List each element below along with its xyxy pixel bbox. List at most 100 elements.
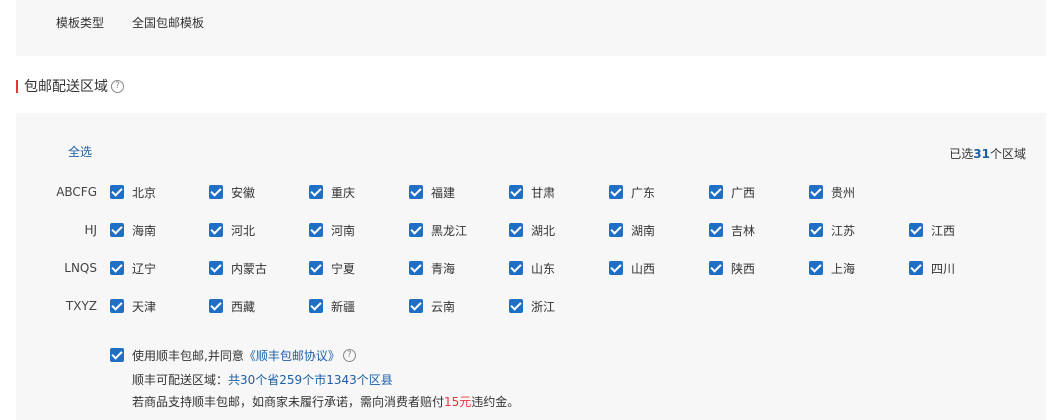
province-checkbox[interactable] <box>409 299 423 313</box>
template-type-panel: 模板类型 全国包邮模板 <box>16 0 1046 56</box>
province-checkbox[interactable] <box>709 261 723 275</box>
province-name: 甘肃 <box>531 185 556 200</box>
sf-area-prefix: 顺丰可配送区域： <box>132 373 229 387</box>
province-checkbox[interactable] <box>110 299 124 313</box>
selected-count-number: 31 <box>973 147 990 161</box>
province-option[interactable]: 吉林 <box>709 222 755 238</box>
province-name: 江苏 <box>831 223 856 238</box>
sf-note-suffix: 违约金。 <box>471 395 520 409</box>
province-checkbox[interactable] <box>509 223 523 237</box>
province-checkbox[interactable] <box>209 223 223 237</box>
province-option[interactable]: 河北 <box>209 222 255 238</box>
province-option[interactable]: 四川 <box>909 260 955 276</box>
region-group-row: TXYZ 天津 西藏 新疆 云南 浙江 <box>16 296 1046 316</box>
province-option[interactable]: 山西 <box>609 260 655 276</box>
sf-note-prefix: 若商品支持顺丰包邮，如商家未履行承诺，需向消费者赔付 <box>132 395 445 409</box>
province-option[interactable]: 陕西 <box>709 260 755 276</box>
province-option[interactable]: 宁夏 <box>309 260 355 276</box>
sf-note-amount: 15元 <box>444 395 472 409</box>
sf-agreement-prefix: 使用顺丰包邮,并同意 <box>132 348 244 363</box>
province-checkbox[interactable] <box>309 299 323 313</box>
province-checkbox[interactable] <box>409 223 423 237</box>
province-checkbox[interactable] <box>509 299 523 313</box>
province-checkbox[interactable] <box>809 185 823 199</box>
province-checkbox[interactable] <box>609 223 623 237</box>
template-type-label: 模板类型 <box>56 16 105 30</box>
province-checkbox[interactable] <box>709 223 723 237</box>
select-all-link[interactable]: 全选 <box>68 143 92 160</box>
province-name: 青海 <box>431 261 456 276</box>
province-checkbox[interactable] <box>509 261 523 275</box>
region-group-row: HJ 海南 河北 河南 黑龙江 湖北 湖南 吉林 江苏 江西 <box>16 220 1046 240</box>
province-option[interactable]: 广西 <box>709 184 755 200</box>
province-checkbox[interactable] <box>409 185 423 199</box>
province-name: 内蒙古 <box>231 261 268 276</box>
province-option[interactable]: 海南 <box>110 222 156 238</box>
province-checkbox[interactable] <box>110 185 124 199</box>
province-option[interactable]: 黑龙江 <box>409 222 467 238</box>
province-checkbox[interactable] <box>309 185 323 199</box>
province-option[interactable]: 北京 <box>110 184 156 200</box>
province-option[interactable]: 天津 <box>110 298 156 314</box>
province-name: 贵州 <box>831 185 856 200</box>
province-name: 河北 <box>231 223 256 238</box>
province-option[interactable]: 广东 <box>609 184 655 200</box>
province-name: 湖南 <box>631 223 656 238</box>
province-option[interactable]: 辽宁 <box>110 260 156 276</box>
province-option[interactable]: 江西 <box>909 222 955 238</box>
province-checkbox[interactable] <box>809 261 823 275</box>
province-name: 江西 <box>931 223 956 238</box>
province-option[interactable]: 浙江 <box>509 298 555 314</box>
province-option[interactable]: 湖南 <box>609 222 655 238</box>
province-option[interactable]: 福建 <box>409 184 455 200</box>
province-checkbox[interactable] <box>209 261 223 275</box>
province-name: 河南 <box>331 223 356 238</box>
province-checkbox[interactable] <box>609 185 623 199</box>
province-checkbox[interactable] <box>909 261 923 275</box>
province-option[interactable]: 新疆 <box>309 298 355 314</box>
province-name: 浙江 <box>531 299 556 314</box>
province-checkbox[interactable] <box>209 185 223 199</box>
province-checkbox[interactable] <box>809 223 823 237</box>
province-checkbox[interactable] <box>909 223 923 237</box>
province-option[interactable]: 上海 <box>809 260 855 276</box>
province-checkbox[interactable] <box>309 223 323 237</box>
region-group-row: LNQS 辽宁 内蒙古 宁夏 青海 山东 山西 陕西 上海 四川 <box>16 258 1046 278</box>
province-name: 广西 <box>731 185 756 200</box>
province-name: 安徽 <box>231 185 256 200</box>
sf-note-line: 若商品支持顺丰包邮，如商家未履行承诺，需向消费者赔付15元违约金。 <box>132 393 519 410</box>
province-name: 西藏 <box>231 299 256 314</box>
sf-agreement-text: 使用顺丰包邮,并同意《顺丰包邮协议》 <box>132 347 340 364</box>
province-checkbox[interactable] <box>609 261 623 275</box>
province-checkbox[interactable] <box>409 261 423 275</box>
help-icon[interactable]: ? <box>111 79 124 93</box>
province-checkbox[interactable] <box>709 185 723 199</box>
sf-help-icon[interactable]: ? <box>342 348 356 362</box>
province-option[interactable]: 甘肃 <box>509 184 555 200</box>
selected-count-prefix: 已选 <box>949 147 974 161</box>
province-checkbox[interactable] <box>209 299 223 313</box>
province-option[interactable]: 湖北 <box>509 222 555 238</box>
province-option[interactable]: 山东 <box>509 260 555 276</box>
sf-agreement-link[interactable]: 《顺丰包邮协议》 <box>244 349 340 363</box>
selected-count: 已选31个区域 <box>949 145 1026 162</box>
province-option[interactable]: 西藏 <box>209 298 255 314</box>
province-checkbox[interactable] <box>509 185 523 199</box>
region-group-label: ABCFG <box>56 185 97 199</box>
province-checkbox[interactable] <box>110 223 124 237</box>
province-option[interactable]: 内蒙古 <box>209 260 267 276</box>
province-name: 北京 <box>132 185 157 200</box>
province-checkbox[interactable] <box>309 261 323 275</box>
province-option[interactable]: 江苏 <box>809 222 855 238</box>
province-checkbox[interactable] <box>110 261 124 275</box>
province-option[interactable]: 重庆 <box>309 184 355 200</box>
sf-agreement-checkbox[interactable] <box>110 348 124 362</box>
province-option[interactable]: 贵州 <box>809 184 855 200</box>
province-option[interactable]: 河南 <box>309 222 355 238</box>
province-name: 上海 <box>831 261 856 276</box>
province-option[interactable]: 云南 <box>409 298 455 314</box>
province-name: 福建 <box>431 185 456 200</box>
province-option[interactable]: 安徽 <box>209 184 255 200</box>
sf-agreement-line: 使用顺丰包邮,并同意《顺丰包邮协议》 ? <box>110 347 356 363</box>
province-option[interactable]: 青海 <box>409 260 455 276</box>
